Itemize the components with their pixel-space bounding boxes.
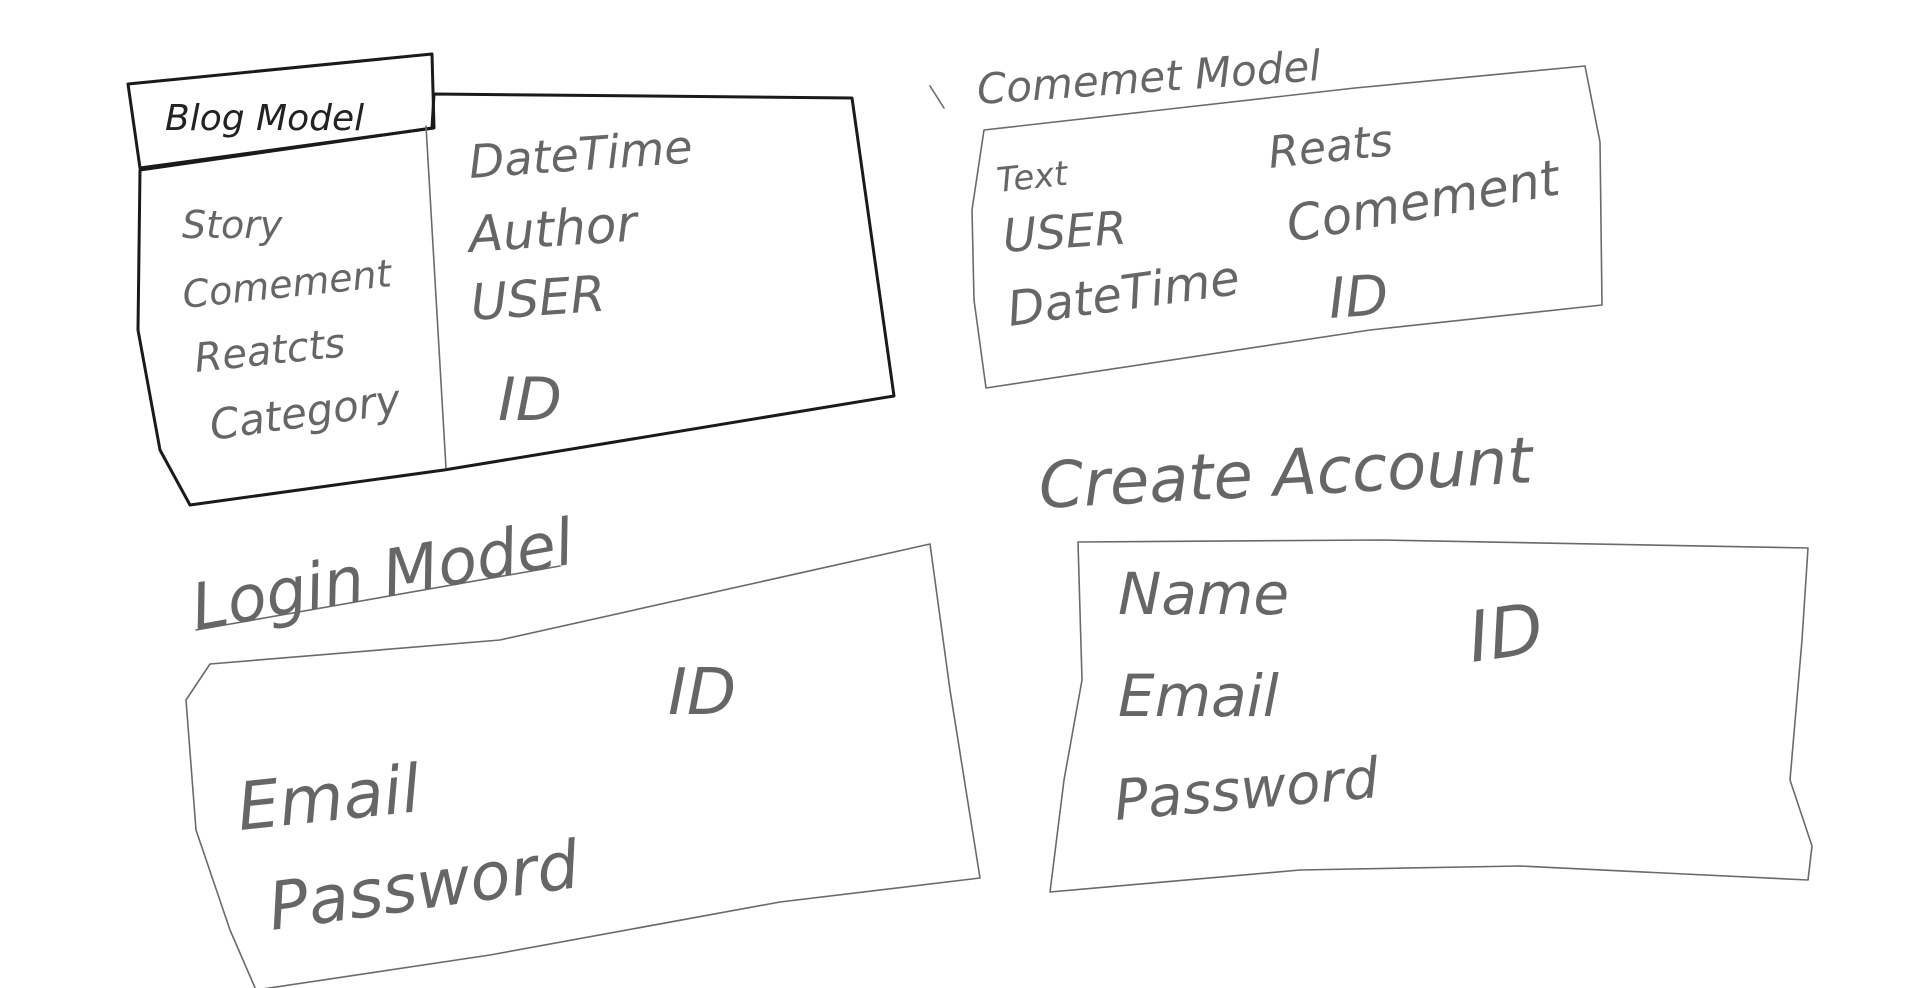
blog-field-user: USER [469,265,607,332]
blog-field-id: ID [498,365,562,435]
create-account-field-id: ID [1463,587,1548,679]
blog-field-story: Story [182,203,283,247]
blog-field-reatcts: Reatcts [192,320,347,382]
blog-model-diagram: Blog Model Story Comement Reatcts Catego… [126,52,896,507]
login-field-email: Email [234,750,425,846]
comment-field-reats: Reats [1266,115,1395,179]
login-field-id: ID [668,656,736,730]
comment-model-diagram: Comemet Model Text USER DateTime Reats C… [929,41,1603,389]
whiteboard-canvas: Blog Model Story Comement Reatcts Catego… [126,41,1813,988]
blog-field-comement: Comement [180,251,395,317]
comment-field-text: Text [995,154,1071,201]
create-account-diagram: Create Account Name Email Password ID [1037,424,1813,893]
login-field-password: Password [264,826,585,946]
create-account-title: Create Account [1037,424,1537,524]
create-account-field-email: Email [1118,662,1279,730]
create-account-field-name: Name [1118,560,1289,628]
comment-field-datetime: DateTime [1004,250,1243,338]
comment-field-user: USER [1001,200,1128,263]
login-model-title: Login Model [186,506,579,646]
blog-model-divider [425,125,447,469]
blog-field-datetime: DateTime [467,119,694,188]
blog-field-category: Category [207,375,405,450]
blog-field-author: Author [464,194,642,264]
create-account-field-password: Password [1112,746,1382,834]
comment-model-title: Comemet Model [975,41,1322,114]
login-model-diagram: Login Model ID Email Password [185,506,981,988]
stray-tick-mark [929,85,945,109]
comment-field-id: ID [1326,263,1390,332]
blog-model-title: Blog Model [165,98,364,139]
